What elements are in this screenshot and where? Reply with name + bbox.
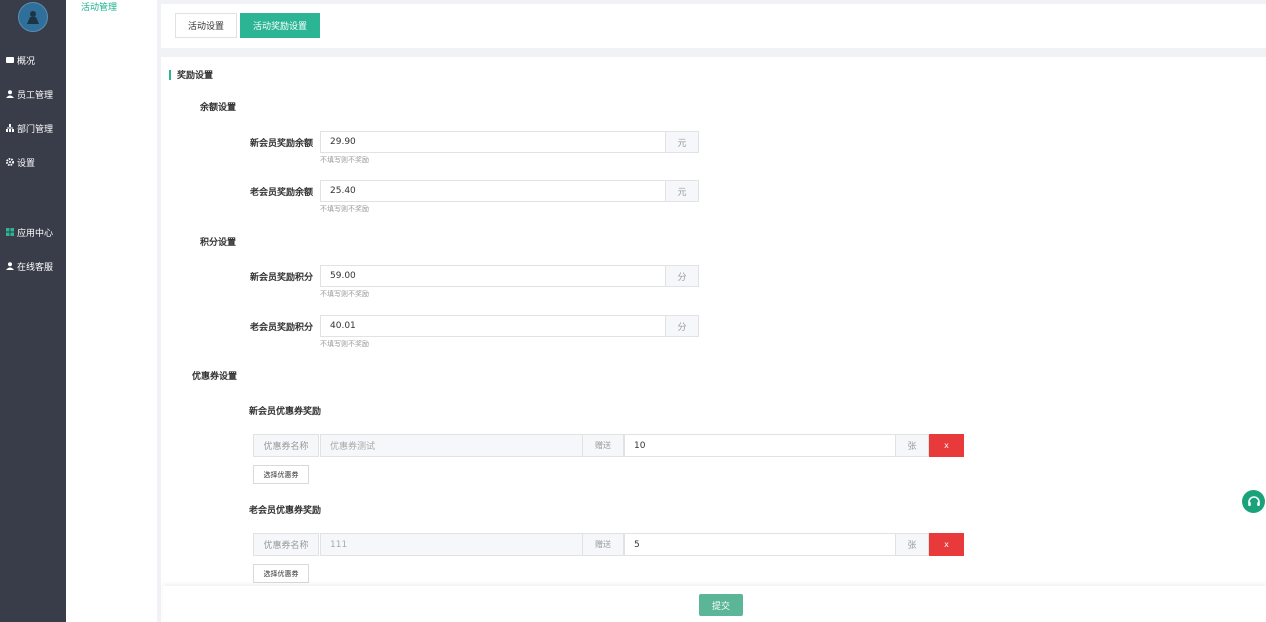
- new-member-points-unit: 分: [665, 265, 699, 287]
- section-title-bar: [169, 69, 171, 80]
- section-title-text: 奖励设置: [177, 71, 214, 81]
- reward-settings-form: 奖励设置 余额设置 新会员奖励余额 29.90 元 不填写则不奖励 老会员奖励余…: [161, 57, 1266, 622]
- footer-bar: 提交: [163, 586, 1266, 622]
- sidebar-item-label: 部门管理: [17, 124, 54, 135]
- department-icon: [6, 124, 14, 132]
- old-member-coupon-title: 老会员优惠券奖励: [249, 506, 322, 516]
- customer-service-button[interactable]: [1242, 490, 1265, 513]
- sidebar-item-overview[interactable]: 概况: [6, 53, 35, 67]
- sidebar-item-label: 员工管理: [17, 90, 54, 101]
- old-member-points-unit: 分: [665, 315, 699, 337]
- tab-activity-reward-settings[interactable]: 活动奖励设置: [240, 13, 321, 38]
- tab-bar: 活动设置 活动奖励设置: [161, 4, 1266, 48]
- old-member-balance-unit: 元: [665, 180, 699, 202]
- old-member-points-hint: 不填写则不奖励: [320, 340, 369, 348]
- logo-avatar[interactable]: [18, 2, 48, 32]
- old-member-points-label: 老会员奖励积分: [249, 323, 313, 333]
- overview-icon: [6, 57, 14, 63]
- secondary-sidebar: 活动管理: [66, 0, 157, 622]
- sidebar-item-label: 概况: [17, 56, 36, 67]
- new-member-coupon-title: 新会员优惠券奖励: [249, 407, 322, 417]
- new-member-coupon-qty-input[interactable]: 10: [624, 434, 896, 457]
- gear-icon: [6, 158, 14, 166]
- new-member-balance-hint: 不填写则不奖励: [320, 156, 369, 164]
- new-member-balance-label: 新会员奖励余额: [249, 139, 313, 149]
- new-member-coupon-name-label: 优惠券名称: [253, 434, 319, 457]
- new-member-points-label: 新会员奖励积分: [249, 273, 313, 283]
- old-member-coupon-qty-input[interactable]: 5: [624, 533, 896, 556]
- old-member-coupon-name-input[interactable]: 111: [320, 533, 583, 556]
- grid-icon: [6, 228, 14, 236]
- new-member-coupon-delete-button[interactable]: x: [929, 434, 964, 457]
- points-group-label: 积分设置: [200, 238, 237, 248]
- new-member-coupon-gift-label: 赠送: [582, 434, 624, 457]
- old-member-coupon-name-label: 优惠券名称: [253, 533, 319, 556]
- old-member-coupon-gift-label: 赠送: [582, 533, 624, 556]
- sidebar-item-label: 在线客服: [17, 262, 54, 273]
- balance-group-label: 余额设置: [200, 103, 237, 113]
- user-icon: [6, 90, 14, 98]
- sidebar-item-app-center[interactable]: 应用中心: [6, 225, 53, 239]
- logo-icon: [27, 11, 39, 24]
- old-member-balance-label: 老会员奖励余额: [249, 188, 313, 198]
- old-member-points-input[interactable]: 40.01: [320, 315, 666, 337]
- tab-activity-settings[interactable]: 活动设置: [175, 13, 238, 38]
- old-member-select-coupon-button[interactable]: 选择优惠券: [253, 564, 309, 583]
- section-title: 奖励设置: [169, 68, 213, 81]
- sidebar-item-settings[interactable]: 设置: [6, 155, 35, 169]
- coupon-group-label: 优惠券设置: [192, 372, 238, 382]
- main-content: 活动设置 活动奖励设置 奖励设置 余额设置 新会员奖励余额 29.90 元 不填…: [157, 0, 1266, 622]
- sidebar-item-label: 应用中心: [17, 228, 54, 239]
- sidebar-item-online-service[interactable]: 在线客服: [6, 259, 53, 273]
- new-member-coupon-name-input[interactable]: 优惠券测试: [320, 434, 583, 457]
- old-member-balance-input[interactable]: 25.40: [320, 180, 666, 202]
- sidebar-item-label: 设置: [17, 158, 36, 169]
- old-member-balance-hint: 不填写则不奖励: [320, 205, 369, 213]
- new-member-points-input[interactable]: 59.00: [320, 265, 666, 287]
- headset-icon: [1247, 495, 1260, 506]
- old-member-coupon-unit: 张: [895, 533, 929, 556]
- new-member-balance-input[interactable]: 29.90: [320, 131, 666, 153]
- old-member-coupon-delete-button[interactable]: x: [929, 533, 964, 556]
- sidebar-item-activity-management[interactable]: 活动管理: [81, 0, 117, 13]
- new-member-select-coupon-button[interactable]: 选择优惠券: [253, 465, 309, 484]
- new-member-coupon-unit: 张: [895, 434, 929, 457]
- sidebar-item-department[interactable]: 部门管理: [6, 121, 53, 135]
- new-member-points-hint: 不填写则不奖励: [320, 290, 369, 298]
- new-member-balance-unit: 元: [665, 131, 699, 153]
- sidebar-item-staff[interactable]: 员工管理: [6, 87, 53, 101]
- main-sidebar: 概况 员工管理 部门管理 设置 应用中心 在线客服: [0, 0, 66, 622]
- submit-button[interactable]: 提交: [699, 594, 743, 616]
- user-icon: [6, 262, 14, 270]
